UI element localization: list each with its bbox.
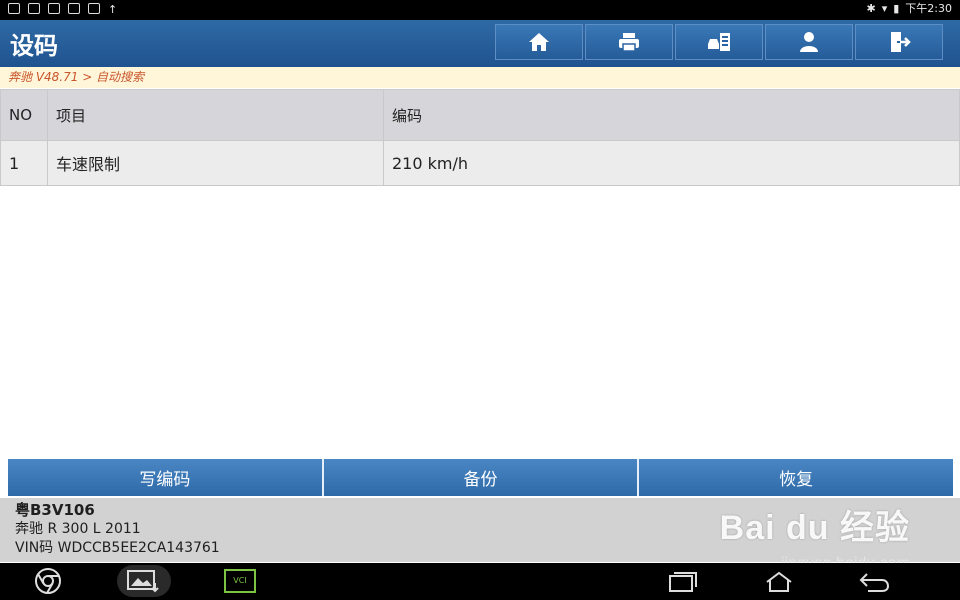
backup-button[interactable]: 备份 [323, 459, 640, 496]
exit-button[interactable] [855, 24, 943, 60]
breadcrumb: 奔驰 V48.71 > 自动搜索 [0, 67, 960, 88]
printer-icon [619, 33, 639, 52]
page-title: 设码 [10, 32, 58, 60]
user-button[interactable] [765, 24, 853, 60]
bluetooth-icon: ✱ [866, 2, 876, 15]
storage-icon [88, 3, 100, 14]
column-header-no: NO [0, 89, 48, 141]
status-bar: ↑ ✱ ▾ ▮ 下午2:30 [0, 0, 960, 20]
gallery-icon [48, 3, 60, 14]
print-button[interactable] [585, 24, 673, 60]
app-header: 设码 [0, 20, 960, 67]
row-number: 1 [0, 140, 48, 186]
table-header-row: NO 项目 编码 [0, 89, 960, 141]
user-icon [800, 32, 818, 52]
row-item: 车速限制 [47, 140, 384, 186]
back-icon[interactable] [858, 571, 890, 597]
toolbar [495, 24, 945, 60]
row-code-value[interactable]: 210 km/h [383, 140, 960, 186]
restore-button[interactable]: 恢复 [639, 459, 954, 496]
coding-table: NO 项目 编码 1 车速限制 210 km/h [0, 89, 960, 186]
recent-apps-icon[interactable] [668, 571, 698, 597]
watermark-logo: Bai du 经验 [719, 509, 910, 547]
column-header-code: 编码 [383, 89, 960, 141]
upload-icon: ↑ [108, 3, 118, 16]
notification-icon [8, 3, 20, 14]
home-icon [529, 33, 549, 51]
exit-icon [891, 32, 911, 52]
vci-icon[interactable]: VCI [224, 569, 256, 593]
battery-icon: ▮ [893, 2, 900, 15]
system-nav-bar: VCI [0, 563, 960, 600]
column-header-item: 项目 [47, 89, 384, 141]
wifi-icon: ▾ [881, 2, 888, 15]
screenshot-icon [28, 3, 40, 14]
table-row[interactable]: 1 车速限制 210 km/h [0, 140, 960, 186]
usb-icon [68, 3, 80, 14]
chrome-icon[interactable] [34, 567, 62, 599]
clock: 下午2:30 [905, 2, 952, 15]
car-doc-icon [708, 33, 730, 51]
status-icons: ↑ [8, 3, 117, 17]
vehicle-info-button[interactable] [675, 24, 763, 60]
action-bar: 写编码 备份 恢复 [8, 459, 954, 496]
gallery-app-icon[interactable] [117, 565, 171, 597]
home-button[interactable] [495, 24, 583, 60]
write-code-button[interactable]: 写编码 [8, 459, 324, 496]
home-nav-icon[interactable] [764, 571, 794, 597]
